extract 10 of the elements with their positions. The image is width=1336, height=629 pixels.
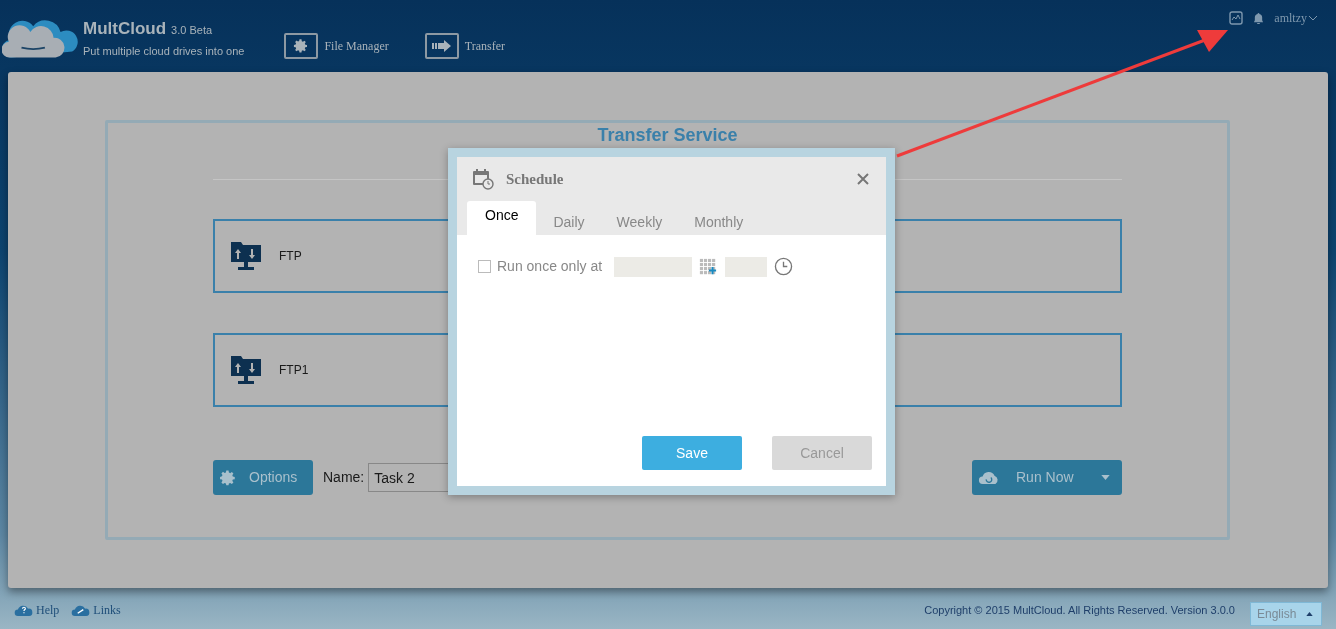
version-label: 3.0 Beta xyxy=(171,23,213,38)
name-label: Name: xyxy=(323,468,365,487)
brand-name: MultCloud xyxy=(83,20,167,37)
dialog-title: Schedule xyxy=(506,169,564,189)
checkbox-label: Run once only at xyxy=(497,257,603,276)
section-title: Transfer Service xyxy=(596,124,739,146)
copyright-text: Copyright © 2015 MultCloud. All Rights Reserved. Version 3.0.0 xyxy=(924,602,1235,618)
tagline: Put multiple cloud drives into one xyxy=(83,43,245,59)
source-label: FTP xyxy=(279,248,302,265)
source-label: FTP1 xyxy=(279,362,309,379)
